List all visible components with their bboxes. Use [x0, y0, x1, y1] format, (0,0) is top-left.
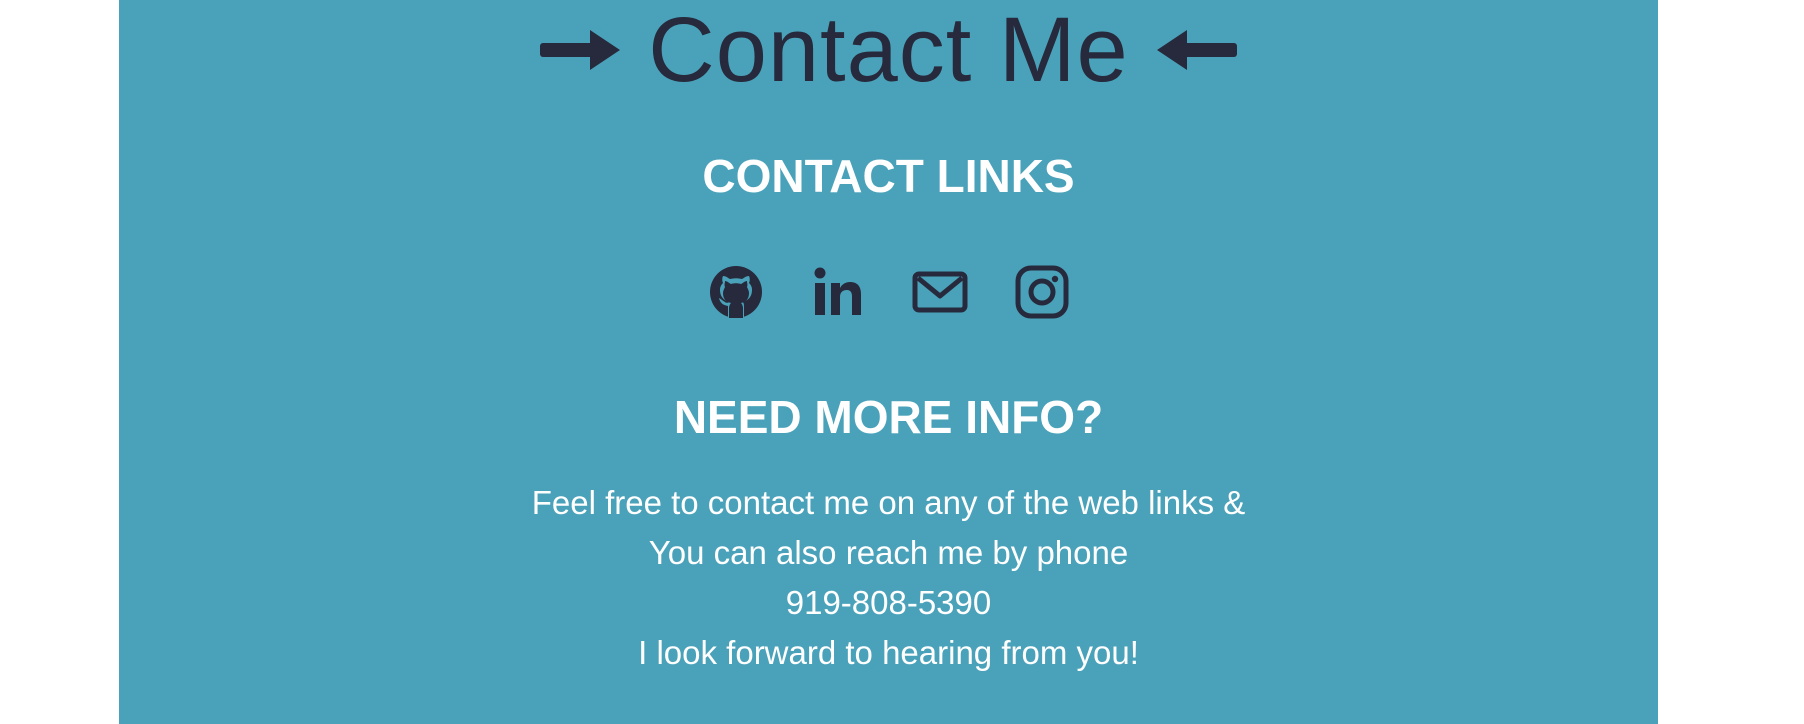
page-title: Contact Me [648, 0, 1129, 101]
envelope-icon [912, 271, 967, 313]
info-line-web-links: Feel free to contact me on any of the we… [531, 484, 1246, 521]
github-icon [709, 266, 762, 318]
more-info-text: Feel free to contact me on any of the we… [119, 478, 1658, 678]
arrow-right-icon [540, 30, 621, 70]
info-line-closing: I look forward to hearing from you! [638, 634, 1139, 671]
info-line-phone-intro: You can also reach me by phone [648, 534, 1129, 571]
phone-number: 919-808-5390 [785, 584, 992, 621]
contact-links-heading: CONTACT LINKS [702, 150, 1075, 202]
page-title-row: Contact Me [119, 0, 1658, 100]
linkedin-link[interactable] [810, 264, 866, 320]
instagram-icon [1015, 265, 1068, 319]
instagram-link[interactable] [1014, 264, 1070, 320]
linkedin-icon [814, 267, 861, 315]
contact-section: Contact Me CONTACT LINKS NEED MORE INFO?… [119, 0, 1658, 724]
contact-icons [119, 262, 1658, 322]
more-info-heading: NEED MORE INFO? [673, 391, 1104, 443]
github-link[interactable] [708, 264, 764, 320]
arrow-left-icon [1156, 30, 1237, 70]
email-link[interactable] [912, 264, 968, 320]
